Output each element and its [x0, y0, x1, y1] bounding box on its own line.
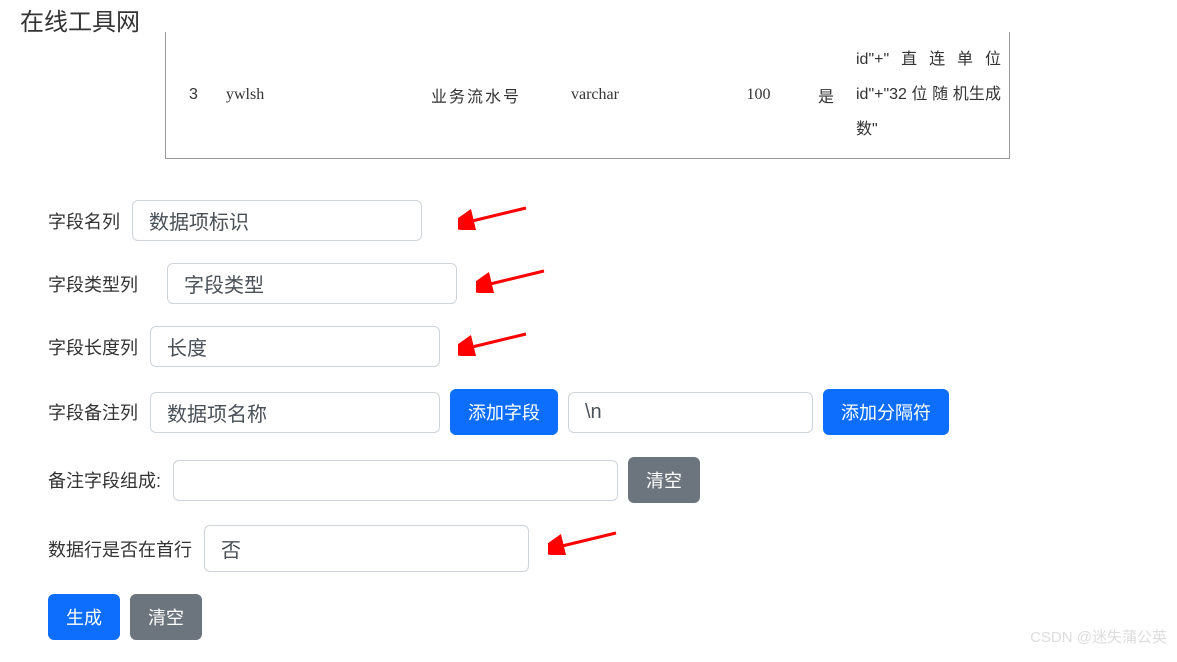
label-field-length: 字段长度列 — [48, 334, 138, 360]
generate-button[interactable]: 生成 — [48, 594, 120, 640]
input-field-type[interactable] — [167, 263, 457, 304]
input-field-length[interactable] — [150, 326, 440, 367]
cell-length: 100 — [721, 86, 796, 104]
cell-remark: id"+"直连单位id"+"32 位 随 机生成数" — [856, 42, 1006, 148]
input-remark-compose[interactable] — [173, 460, 618, 501]
label-first-row: 数据行是否在首行 — [48, 536, 192, 562]
watermark: CSDN @迷失蒲公英 — [1030, 626, 1167, 647]
arrow-icon — [458, 206, 528, 230]
arrow-icon — [476, 269, 546, 293]
add-field-button[interactable]: 添加字段 — [450, 389, 558, 435]
cell-required: 是 — [796, 83, 856, 107]
label-field-type: 字段类型列 — [48, 271, 138, 297]
row-field-type: 字段类型列 — [48, 263, 1128, 304]
select-first-row[interactable]: 否 — [204, 525, 529, 572]
label-remark-compose: 备注字段组成: — [48, 467, 161, 493]
data-table: 3 ywlsh 业务流水号 varchar 100 是 id"+"直连单位id"… — [165, 32, 1010, 159]
table-row: 3 ywlsh 业务流水号 varchar 100 是 id"+"直连单位id"… — [166, 32, 1009, 158]
input-field-remark[interactable] — [150, 392, 440, 433]
clear-remark-button[interactable]: 清空 — [628, 457, 700, 503]
arrow-icon — [458, 332, 528, 356]
row-field-name: 字段名列 — [48, 200, 1128, 241]
row-field-remark: 字段备注列 添加字段 添加分隔符 — [48, 389, 1128, 435]
cell-field: ywlsh — [221, 86, 381, 104]
row-remark-compose: 备注字段组成: 清空 — [48, 457, 1128, 503]
input-separator[interactable] — [568, 392, 813, 433]
row-first-row: 数据行是否在首行 否 — [48, 525, 1128, 572]
cell-name: 业务流水号 — [381, 83, 571, 107]
arrow-icon — [548, 531, 618, 555]
site-title: 在线工具网 — [20, 2, 140, 37]
cell-type: varchar — [571, 86, 721, 104]
row-actions: 生成 清空 — [48, 594, 1128, 640]
input-field-name[interactable] — [132, 200, 422, 241]
label-field-name: 字段名列 — [48, 208, 120, 234]
label-field-remark: 字段备注列 — [48, 399, 138, 425]
cell-index: 3 — [166, 86, 221, 104]
row-field-length: 字段长度列 — [48, 326, 1128, 367]
form-area: 字段名列 字段类型列 字段长度列 字段备注列 添加字段 添加分隔符 备注字段组成… — [48, 200, 1128, 662]
clear-button[interactable]: 清空 — [130, 594, 202, 640]
add-separator-button[interactable]: 添加分隔符 — [823, 389, 949, 435]
